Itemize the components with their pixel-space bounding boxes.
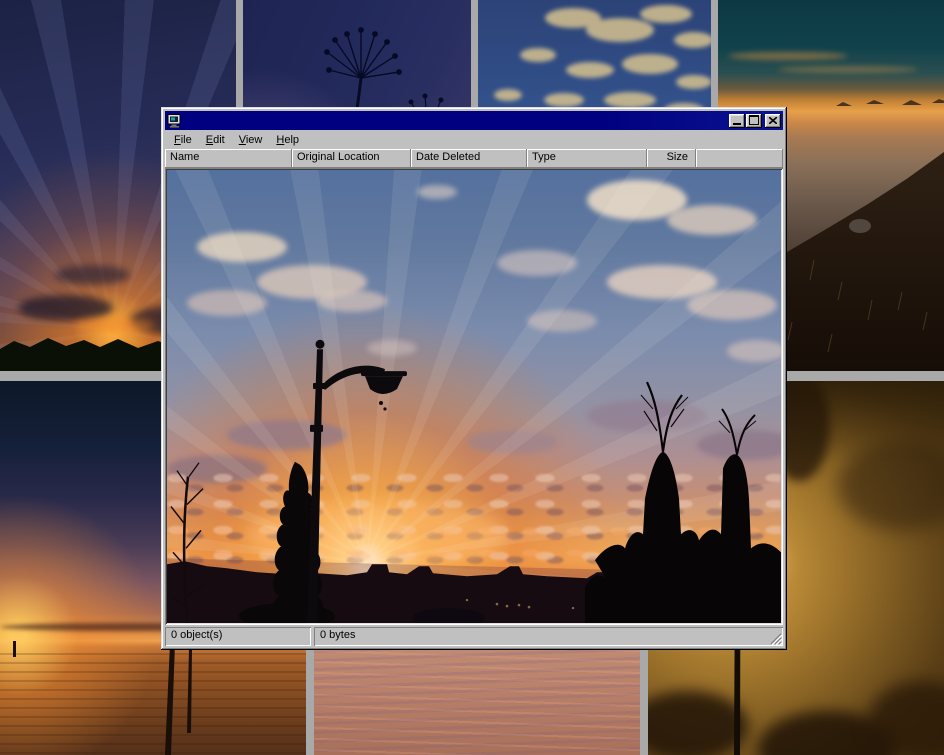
list-view-area <box>165 168 783 625</box>
minimize-button[interactable] <box>729 114 745 128</box>
column-header-original-location[interactable]: Original Location <box>292 149 411 168</box>
minimize-icon <box>733 123 741 125</box>
column-header-type[interactable]: Type <box>527 149 647 168</box>
menu-file[interactable]: File <box>167 132 199 148</box>
status-bar: 0 object(s) 0 bytes <box>165 627 783 646</box>
desktop: { "window": { "icon": "computer-icon", "… <box>0 0 944 755</box>
close-icon <box>769 117 777 124</box>
menu-bar: File Edit View Help <box>165 130 783 149</box>
foreground-silhouettes <box>167 170 781 623</box>
column-header-size[interactable]: Size <box>647 149 696 168</box>
recycle-bin-window: File Edit View Help Name Original Locati… <box>161 107 787 650</box>
column-header-row: Name Original Location Date Deleted Type… <box>165 149 783 168</box>
maximize-button[interactable] <box>746 114 762 128</box>
menu-edit[interactable]: Edit <box>199 132 232 148</box>
menu-view[interactable]: View <box>232 132 270 148</box>
window-titlebar[interactable] <box>165 111 783 130</box>
status-objects: 0 object(s) <box>165 627 311 646</box>
close-button[interactable] <box>765 114 781 128</box>
column-header-date-deleted[interactable]: Date Deleted <box>411 149 527 168</box>
column-header-name[interactable]: Name <box>165 149 292 168</box>
sunset-lamp-photo <box>167 170 781 623</box>
menu-help[interactable]: Help <box>269 132 306 148</box>
column-header-filler <box>696 149 783 168</box>
status-bytes: 0 bytes <box>314 627 783 646</box>
resize-grip[interactable] <box>769 632 782 645</box>
computer-icon <box>167 114 182 128</box>
status-bytes-text: 0 bytes <box>320 629 355 641</box>
maximize-icon <box>749 115 759 125</box>
